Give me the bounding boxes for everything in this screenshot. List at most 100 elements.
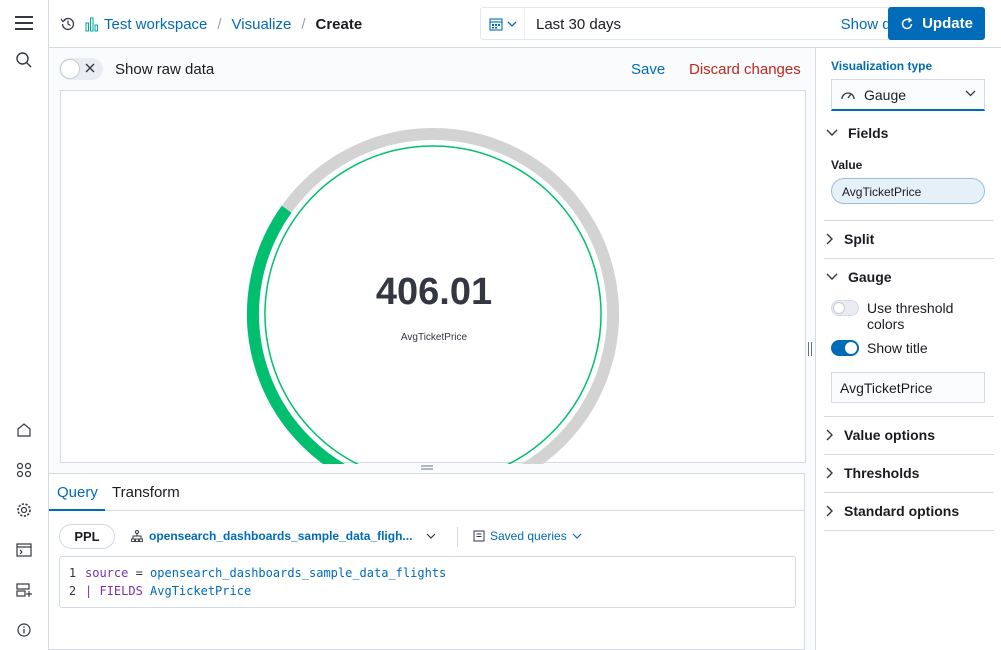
query-language-button[interactable]: PPL <box>59 524 115 549</box>
section-thresholds[interactable]: Thresholds <box>826 454 994 492</box>
update-button[interactable]: Update <box>888 7 985 40</box>
chevron-right-icon <box>826 429 834 441</box>
close-icon <box>84 62 96 74</box>
active-tab-indicator <box>49 509 105 511</box>
console-icon[interactable] <box>14 540 34 560</box>
refresh-icon <box>900 16 914 31</box>
date-picker: Last 30 days Show dates <box>480 7 930 40</box>
visualization-type-value: Gauge <box>864 86 907 103</box>
visualization-type-select[interactable]: Gauge <box>831 79 985 111</box>
data-source-picker[interactable]: opensearch_dashboards_sample_data_fligh.… <box>131 529 436 543</box>
switch-knob <box>845 342 857 354</box>
recent-history-icon[interactable] <box>59 15 77 33</box>
show-title-switch[interactable] <box>831 340 859 356</box>
index-pattern-icon <box>131 530 143 542</box>
tab-transform[interactable]: Transform <box>112 484 180 501</box>
chevron-right-icon <box>826 505 834 517</box>
section-gauge[interactable]: Gauge <box>826 258 994 296</box>
breadcrumb-current: Create <box>315 15 363 33</box>
quick-date-button[interactable] <box>481 8 525 39</box>
visualization-panel: 406.01 AvgTicketPrice <box>60 90 806 464</box>
chevron-down-icon <box>965 90 976 97</box>
section-gauge-label: Gauge <box>848 269 892 285</box>
query-tabs: Query Transform <box>49 474 805 511</box>
chevron-down-icon <box>572 533 582 539</box>
value-field-pill[interactable]: AvgTicketPrice <box>831 178 985 204</box>
breadcrumb-workspace[interactable]: Test workspace <box>85 16 207 33</box>
divider <box>824 530 994 531</box>
search-icon[interactable] <box>14 50 34 70</box>
show-raw-data-row: Show raw data <box>59 58 214 80</box>
section-split-label: Split <box>844 231 875 247</box>
switch-knob <box>833 302 845 314</box>
main-workspace: Show raw data Save Discard changes 406.0… <box>49 48 815 650</box>
section-standard-options-label: Standard options <box>844 503 960 519</box>
chevron-down-icon <box>507 21 517 27</box>
section-value-options-label: Value options <box>844 427 936 443</box>
chevron-down-icon <box>826 273 838 281</box>
gauge-title-input[interactable]: AvgTicketPrice <box>831 372 985 403</box>
discard-changes-button[interactable]: Discard changes <box>689 61 801 78</box>
save-button[interactable]: Save <box>631 61 665 78</box>
code-operator: = <box>128 566 151 580</box>
section-fields[interactable]: Fields <box>826 114 994 152</box>
value-label: Value <box>831 158 863 172</box>
show-raw-data-toggle[interactable] <box>59 58 103 80</box>
tab-query[interactable]: Query <box>57 484 98 501</box>
breadcrumb-workspace-label: Test workspace <box>104 15 208 33</box>
visualization-type-label: Visualization type <box>831 59 933 73</box>
date-range-text[interactable]: Last 30 days <box>536 16 621 33</box>
query-editor[interactable]: 1 source = opensearch_dashboards_sample_d… <box>59 556 796 608</box>
update-label: Update <box>922 15 973 32</box>
calendar-icon <box>488 17 503 31</box>
info-icon[interactable] <box>14 620 34 640</box>
threshold-colors-switch[interactable] <box>831 300 859 316</box>
data-source-label: opensearch_dashboards_sample_data_fligh.… <box>149 529 413 543</box>
nav-rail <box>0 0 49 650</box>
section-standard-options[interactable]: Standard options <box>826 492 994 530</box>
breadcrumb-separator: / <box>217 15 222 33</box>
horizontal-resize-handle[interactable] <box>421 465 433 471</box>
code-identifier: AvgTicketPrice <box>150 584 252 598</box>
saved-query-icon <box>473 530 485 542</box>
toggle-knob <box>60 59 80 79</box>
vertical-resize-handle[interactable] <box>807 342 813 356</box>
config-panel: Visualization type Gauge Fields Value Av… <box>815 48 1001 650</box>
saved-queries-button[interactable]: Saved queries <box>473 529 582 543</box>
query-panel: Query Transform PPL opensearch_dashboard… <box>49 473 805 650</box>
gauge-value: 406.01 <box>375 271 493 313</box>
editor-line: 1 source = opensearch_dashboards_sample_d… <box>60 564 446 582</box>
divider <box>457 527 458 547</box>
home-icon[interactable] <box>14 420 34 440</box>
show-title-label: Show title <box>867 340 928 356</box>
chevron-down-icon <box>826 129 838 137</box>
breadcrumb: Test workspace / Visualize / Create <box>59 0 362 48</box>
code-operator <box>143 584 150 598</box>
chevron-right-icon <box>826 233 834 245</box>
line-number: 2 <box>68 584 77 598</box>
breadcrumb-separator: / <box>301 15 306 33</box>
section-value-options[interactable]: Value options <box>826 416 994 454</box>
saved-queries-label: Saved queries <box>490 529 567 543</box>
bar-chart-icon <box>85 16 99 32</box>
code-keyword: | FIELDS <box>85 584 143 598</box>
editor-line: 2 | FIELDS AvgTicketPrice <box>60 582 251 600</box>
chevron-down-icon <box>426 533 436 539</box>
threshold-colors-label: Use threshold colors <box>867 300 954 332</box>
show-raw-data-label: Show raw data <box>115 60 215 78</box>
index-add-icon[interactable] <box>14 580 34 600</box>
apps-icon[interactable] <box>14 460 34 480</box>
chevron-right-icon <box>826 467 834 479</box>
header: Test workspace / Visualize / Create Last… <box>49 0 1001 48</box>
gauge-icon <box>840 89 856 101</box>
code-identifier: opensearch_dashboards_sample_data_flight… <box>150 566 447 580</box>
gauge-title: AvgTicketPrice <box>400 332 468 343</box>
section-thresholds-label: Thresholds <box>844 465 920 481</box>
menu-icon[interactable] <box>14 13 34 33</box>
line-number: 1 <box>68 566 77 580</box>
gear-icon[interactable] <box>14 500 34 520</box>
breadcrumb-visualize[interactable]: Visualize <box>232 16 292 33</box>
code-keyword: source <box>85 566 129 580</box>
section-split[interactable]: Split <box>826 220 994 258</box>
section-fields-label: Fields <box>848 125 889 141</box>
